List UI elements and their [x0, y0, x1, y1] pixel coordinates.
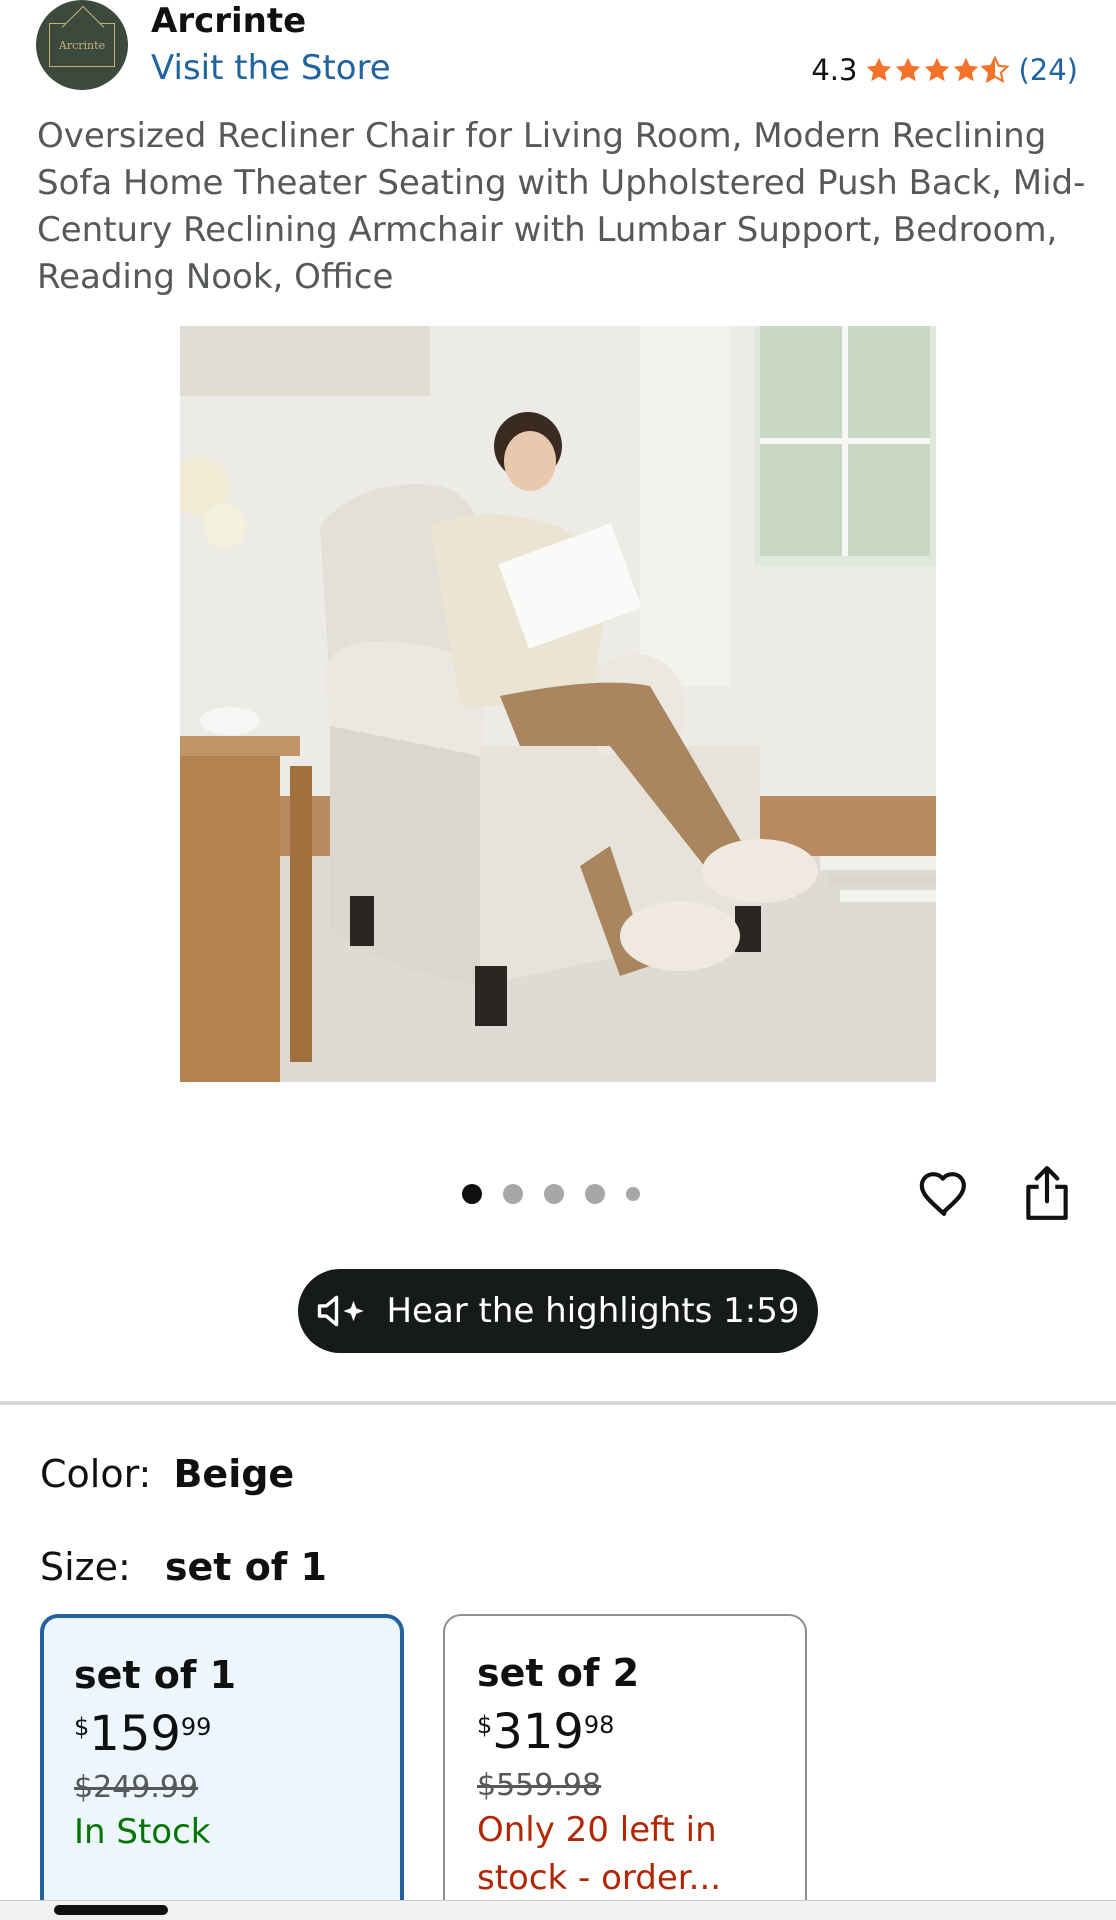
carousel-dot[interactable]	[462, 1184, 482, 1204]
list-price: $249.99	[74, 1770, 199, 1805]
hear-highlights-label: Hear the highlights 1:59	[386, 1291, 800, 1331]
star-icon	[925, 57, 950, 82]
size-option-title: set of 2	[477, 1651, 640, 1695]
brand-name[interactable]: Arcrinte	[151, 0, 306, 42]
size-label: Size:	[40, 1545, 131, 1589]
favorite-button[interactable]	[916, 1166, 972, 1222]
carousel-dot[interactable]	[585, 1184, 605, 1204]
heart-icon	[919, 1172, 966, 1216]
price-fraction: 98	[583, 1711, 615, 1739]
price-whole: 159	[89, 1706, 181, 1762]
star-icon	[954, 57, 979, 82]
product-image[interactable]	[180, 326, 936, 1082]
star-rating	[865, 56, 1010, 84]
star-icon	[896, 57, 921, 82]
color-value: Beige	[173, 1452, 295, 1496]
home-indicator[interactable]	[54, 1905, 168, 1915]
color-label: Color:	[40, 1452, 152, 1496]
rating-count: (24)	[1018, 53, 1078, 87]
size-option-price: $ 159 99	[74, 1708, 400, 1760]
rating-summary[interactable]: 4.3 (24)	[811, 50, 1078, 90]
list-price: $559.98	[477, 1768, 602, 1803]
share-icon	[1026, 1166, 1068, 1220]
price-whole: 319	[492, 1704, 584, 1760]
store-logo-mark: Arcrinte	[49, 5, 115, 67]
carousel-dot[interactable]	[626, 1187, 640, 1201]
price-symbol: $	[74, 1713, 90, 1741]
star-icon	[867, 57, 892, 82]
price-fraction: 99	[180, 1713, 212, 1741]
product-title: Oversized Recliner Chair for Living Room…	[37, 116, 1086, 297]
store-logo[interactable]: Arcrinte	[36, 0, 128, 90]
color-selector: Color: Beige	[40, 1450, 294, 1498]
store-logo-text: Arcrinte	[58, 38, 106, 52]
hear-highlights-button[interactable]: Hear the highlights 1:59	[298, 1269, 818, 1353]
share-button[interactable]	[1022, 1164, 1072, 1222]
size-option-set-of-2[interactable]: set of 2 $ 319 98 $559.98 Only 20 left i…	[443, 1614, 807, 1920]
speaker-sparkle-icon	[318, 1295, 365, 1327]
rating-value: 4.3	[811, 53, 858, 87]
carousel-dot[interactable]	[544, 1184, 564, 1204]
section-divider	[0, 1401, 1116, 1405]
stock-status: Only 20 left in stock - order...	[477, 1810, 722, 1898]
size-option-price: $ 319 98	[477, 1706, 805, 1758]
price-symbol: $	[477, 1711, 493, 1739]
size-selector: Size: set of 1	[40, 1543, 327, 1591]
half-star-icon	[981, 56, 1010, 84]
size-option-set-of-1[interactable]: set of 1 $ 159 99 $249.99 In Stock	[40, 1614, 404, 1920]
stock-status: In Stock	[74, 1812, 211, 1852]
size-value: set of 1	[164, 1545, 327, 1589]
visit-store-link[interactable]: Visit the Store	[151, 46, 391, 90]
size-option-title: set of 1	[74, 1653, 237, 1697]
image-carousel-indicator[interactable]	[462, 1184, 661, 1204]
product-photo	[180, 326, 936, 1082]
carousel-dot[interactable]	[503, 1184, 523, 1204]
